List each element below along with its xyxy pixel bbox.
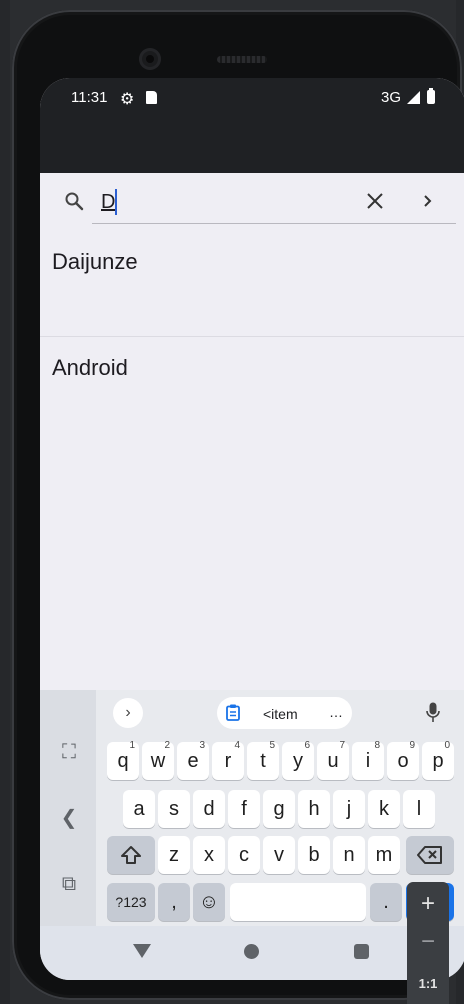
key-y[interactable]: y6 bbox=[282, 740, 314, 780]
shift-icon bbox=[121, 846, 141, 864]
search-query-text: D bbox=[101, 191, 116, 213]
search-icon[interactable] bbox=[64, 191, 84, 211]
period-key[interactable]: . bbox=[370, 883, 402, 921]
text-cursor bbox=[115, 189, 117, 215]
key-u[interactable]: u7 bbox=[317, 740, 349, 780]
key-g[interactable]: g bbox=[263, 790, 295, 828]
search-bar: D bbox=[40, 173, 464, 231]
earpiece-speaker bbox=[217, 56, 267, 63]
key-h[interactable]: h bbox=[298, 790, 330, 828]
clipboard-suggestion-chip[interactable]: <item … bbox=[217, 697, 352, 729]
clipboard-text: <item bbox=[263, 706, 298, 722]
device-screen: 11:31 ⚙ 3G D Daijunze Android ⛶ ❮ ⧉ › <i… bbox=[40, 78, 464, 980]
search-input[interactable]: D bbox=[92, 185, 456, 224]
signal-icon bbox=[407, 91, 420, 104]
front-camera bbox=[139, 48, 161, 70]
emulator-left-gutter bbox=[0, 0, 10, 1004]
key-d[interactable]: d bbox=[193, 790, 225, 828]
key-r[interactable]: r4 bbox=[212, 740, 244, 780]
key-c[interactable]: c bbox=[228, 836, 260, 874]
key-l[interactable]: l bbox=[403, 790, 435, 828]
microphone-icon[interactable] bbox=[426, 702, 440, 724]
system-nav-bar bbox=[40, 926, 464, 980]
backspace-icon bbox=[417, 846, 442, 864]
key-e[interactable]: e3 bbox=[177, 740, 209, 780]
zoom-in-button[interactable]: + bbox=[407, 890, 449, 918]
list-item[interactable]: Daijunze bbox=[40, 231, 464, 337]
symbols-key[interactable]: ?123 bbox=[107, 883, 155, 921]
shift-key[interactable] bbox=[107, 836, 155, 874]
list-item-label: Android bbox=[52, 355, 128, 380]
home-circle-icon[interactable] bbox=[244, 944, 259, 959]
list-item[interactable]: Android bbox=[40, 337, 464, 442]
key-m[interactable]: m bbox=[368, 836, 400, 874]
app-bar bbox=[40, 118, 464, 173]
key-i[interactable]: i8 bbox=[352, 740, 384, 780]
key-z[interactable]: z bbox=[158, 836, 190, 874]
key-x[interactable]: x bbox=[193, 836, 225, 874]
expand-icon[interactable]: ⛶ bbox=[58, 741, 80, 763]
suggestion-expand-button[interactable]: › bbox=[113, 698, 143, 728]
key-b[interactable]: b bbox=[298, 836, 330, 874]
battery-icon bbox=[427, 88, 435, 104]
key-s[interactable]: s bbox=[158, 790, 190, 828]
emulator-zoom-controls: + − 1:1 bbox=[407, 882, 449, 1004]
key-f[interactable]: f bbox=[228, 790, 260, 828]
float-keyboard-icon[interactable]: ⧉ bbox=[58, 873, 80, 895]
zoom-out-button[interactable]: − bbox=[407, 928, 449, 956]
key-a[interactable]: a bbox=[123, 790, 155, 828]
space-key[interactable] bbox=[230, 883, 366, 921]
key-q[interactable]: q1 bbox=[107, 740, 139, 780]
key-t[interactable]: t5 bbox=[247, 740, 279, 780]
network-type: 3G bbox=[381, 89, 402, 106]
device-frame: 11:31 ⚙ 3G D Daijunze Android ⛶ ❮ ⧉ › <i… bbox=[12, 10, 464, 1000]
zoom-ratio-button[interactable]: 1:1 bbox=[407, 976, 449, 991]
key-j[interactable]: j bbox=[333, 790, 365, 828]
status-bar: 11:31 ⚙ 3G bbox=[40, 78, 464, 118]
soft-keyboard: ⛶ ❮ ⧉ › <item … q 1 w 2 e 3 r 4 t 5 y 6 … bbox=[40, 690, 464, 926]
key-p[interactable]: p0 bbox=[422, 740, 454, 780]
sd-card-icon bbox=[146, 91, 157, 104]
key-v[interactable]: v bbox=[263, 836, 295, 874]
search-results-list: Daijunze Android bbox=[40, 231, 464, 442]
chevron-right-icon[interactable] bbox=[418, 190, 438, 212]
key-w[interactable]: w2 bbox=[142, 740, 174, 780]
chevron-left-icon[interactable]: ❮ bbox=[58, 807, 80, 829]
comma-key[interactable]: , bbox=[158, 883, 190, 921]
settings-gear-icon: ⚙ bbox=[120, 91, 135, 108]
clipboard-more: … bbox=[329, 704, 343, 720]
clipboard-icon bbox=[226, 704, 240, 721]
emoji-key[interactable]: ☺ bbox=[193, 883, 225, 921]
back-triangle-icon[interactable] bbox=[133, 944, 151, 958]
key-k[interactable]: k bbox=[368, 790, 400, 828]
keyboard-side-panel: ⛶ ❮ ⧉ bbox=[40, 690, 96, 926]
key-n[interactable]: n bbox=[333, 836, 365, 874]
key-o[interactable]: o9 bbox=[387, 740, 419, 780]
list-item-label: Daijunze bbox=[52, 249, 138, 274]
recents-square-icon[interactable] bbox=[354, 944, 369, 959]
emoji-icon: ☺ bbox=[198, 891, 220, 913]
status-time: 11:31 bbox=[71, 89, 108, 106]
clear-icon[interactable] bbox=[364, 190, 386, 212]
backspace-key[interactable] bbox=[406, 836, 454, 874]
